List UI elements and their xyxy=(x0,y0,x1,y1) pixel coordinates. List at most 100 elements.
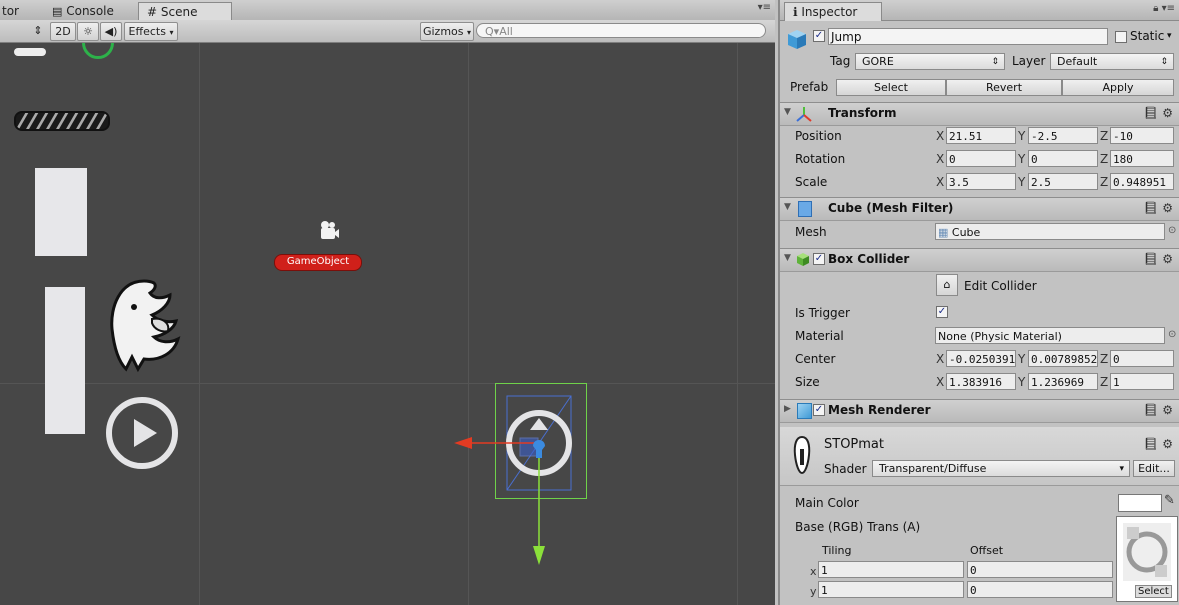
search-icon: Q▾ xyxy=(485,25,500,38)
position-x-field[interactable]: 21.51 xyxy=(946,127,1016,144)
scale-z-field[interactable]: 0.948951 xyxy=(1110,173,1174,190)
ui-pill-sprite[interactable] xyxy=(14,48,46,56)
active-checkbox[interactable]: ✓ xyxy=(813,30,825,42)
center-label: Center xyxy=(795,352,836,366)
grid-line xyxy=(199,43,200,605)
mesh-filter-header[interactable]: ▼ Cube (Mesh Filter) 📘︎ ⚙ xyxy=(780,197,1179,221)
static-checkbox[interactable] xyxy=(1115,31,1127,43)
prefab-select-button[interactable]: Select xyxy=(836,79,946,96)
move-gizmo[interactable] xyxy=(450,388,600,568)
scale-y-field[interactable]: 2.5 xyxy=(1028,173,1098,190)
layer-dropdown[interactable]: Default ⇕ xyxy=(1050,53,1174,70)
effects-dropdown[interactable]: Effects ▾ xyxy=(124,22,178,41)
box-collider-enabled-checkbox[interactable]: ✓ xyxy=(813,253,825,265)
scene-grid-icon: # xyxy=(147,5,158,19)
layer-label: Layer xyxy=(1012,54,1046,68)
size-y-field[interactable]: 1.236969 xyxy=(1028,373,1098,390)
tab-scene-label: Scene xyxy=(160,5,198,19)
material-preview-icon[interactable] xyxy=(790,435,814,475)
size-x-field[interactable]: 1.383916 xyxy=(946,373,1016,390)
monster-sprite[interactable] xyxy=(104,277,184,373)
scene-search-input[interactable]: Q▾All xyxy=(476,23,766,38)
tab-scene[interactable]: # Scene xyxy=(138,2,232,21)
main-color-swatch[interactable] xyxy=(1118,494,1162,512)
transform-header[interactable]: ▼ Transform 📘︎ ⚙ xyxy=(780,102,1179,126)
mesh-renderer-enabled-checkbox[interactable]: ✓ xyxy=(813,404,825,416)
chevron-down-icon: ▾ xyxy=(1119,464,1124,474)
inspector-tab-bar: ℹ Inspector 🔒︎ ▾≡ xyxy=(780,0,1179,21)
panel-menu-icon[interactable]: ▾≡ xyxy=(758,2,771,13)
center-x-field[interactable]: -0.0250391 xyxy=(946,350,1016,367)
scene-audio-icon[interactable]: ◀) xyxy=(100,22,122,41)
axis-z-label: Z xyxy=(1100,175,1109,189)
eyedropper-icon[interactable]: ✎ xyxy=(1164,493,1175,508)
object-picker-icon[interactable]: ⊙ xyxy=(1168,225,1176,236)
foldout-arrow-icon[interactable]: ▼ xyxy=(784,202,791,212)
tab-inspector[interactable]: ℹ Inspector xyxy=(784,2,882,21)
help-settings-icon[interactable]: 📘︎ ⚙ xyxy=(1143,437,1173,451)
texture-slot[interactable]: Select xyxy=(1116,516,1178,602)
mesh-object-field[interactable]: ▦ Cube xyxy=(935,223,1165,240)
position-y-field[interactable]: -2.5 xyxy=(1028,127,1098,144)
rotation-x-field[interactable]: 0 xyxy=(946,150,1016,167)
scene-view[interactable]: GameObject xyxy=(0,43,775,605)
box-collider-header[interactable]: ▼ ✓ Box Collider 📘︎ ⚙ xyxy=(780,248,1179,272)
axis-y-label: Y xyxy=(1018,175,1026,189)
base-texture-label: Base (RGB) Trans (A) xyxy=(795,520,921,534)
foldout-arrow-icon[interactable]: ▼ xyxy=(784,253,791,263)
prefab-revert-button[interactable]: Revert xyxy=(946,79,1062,96)
help-settings-icon[interactable]: 📘︎ ⚙ xyxy=(1143,403,1173,417)
tag-dropdown[interactable]: GORE ⇕ xyxy=(855,53,1005,70)
green-ring-sprite[interactable] xyxy=(82,43,114,59)
mesh-renderer-header[interactable]: ▶ ✓ Mesh Renderer 📘︎ ⚙ xyxy=(780,399,1179,423)
transform-title: Transform xyxy=(828,106,897,120)
mesh-label: Mesh xyxy=(795,225,827,239)
texture-select-button[interactable]: Select xyxy=(1135,585,1172,598)
tag-value: GORE xyxy=(862,55,894,68)
rotation-y-field[interactable]: 0 xyxy=(1028,150,1098,167)
hatched-bar-sprite[interactable] xyxy=(12,110,112,132)
physic-material-field[interactable]: None (Physic Material) xyxy=(935,327,1165,344)
edit-collider-button[interactable]: ⌂ xyxy=(936,274,958,296)
tab-partial[interactable]: tor xyxy=(0,2,27,20)
object-name-input[interactable]: Jump xyxy=(828,28,1108,45)
mesh-filter-title: Cube (Mesh Filter) xyxy=(828,201,954,215)
offset-y-field[interactable]: 0 xyxy=(967,581,1113,598)
panel-sprite[interactable] xyxy=(45,287,85,434)
scale-x-field[interactable]: 3.5 xyxy=(946,173,1016,190)
help-settings-icon[interactable]: 📘︎ ⚙ xyxy=(1143,252,1173,266)
chevron-down-icon: ▾ xyxy=(467,28,472,37)
foldout-arrow-icon[interactable]: ▶ xyxy=(784,404,791,414)
gameobject-label-badge[interactable]: GameObject xyxy=(274,254,362,271)
axis-y-label: Y xyxy=(1018,375,1026,389)
object-picker-icon[interactable]: ⊙ xyxy=(1168,329,1176,340)
is-trigger-checkbox[interactable]: ✓ xyxy=(936,306,948,318)
camera-gizmo-icon[interactable] xyxy=(316,220,340,242)
position-label: Position xyxy=(795,129,842,143)
center-z-field[interactable]: 0 xyxy=(1110,350,1174,367)
tiling-x-field[interactable]: 1 xyxy=(818,561,964,578)
chevron-down-icon[interactable]: ▾ xyxy=(1167,31,1172,41)
scene-lighting-icon[interactable]: ☼ xyxy=(77,22,99,41)
offset-x-field[interactable]: 0 xyxy=(967,561,1113,578)
prefab-apply-button[interactable]: Apply xyxy=(1062,79,1174,96)
shader-dropdown[interactable]: Transparent/Diffuse ▾ xyxy=(872,460,1130,477)
search-placeholder: All xyxy=(499,25,513,38)
shading-mode-dropdown[interactable]: ⇕ xyxy=(32,22,44,39)
gizmos-dropdown[interactable]: Gizmos ▾ xyxy=(420,22,474,41)
lock-icon[interactable]: 🔒︎ ▾≡ xyxy=(1153,3,1175,14)
rotation-z-field[interactable]: 180 xyxy=(1110,150,1174,167)
size-z-field[interactable]: 1 xyxy=(1110,373,1174,390)
shader-edit-button[interactable]: Edit... xyxy=(1133,460,1175,477)
help-settings-icon[interactable]: 📘︎ ⚙ xyxy=(1143,201,1173,215)
play-button-sprite[interactable] xyxy=(104,395,180,471)
position-z-field[interactable]: -10 xyxy=(1110,127,1174,144)
center-y-field[interactable]: 0.00789852 xyxy=(1028,350,1098,367)
foldout-arrow-icon[interactable]: ▼ xyxy=(784,107,791,117)
help-settings-icon[interactable]: 📘︎ ⚙ xyxy=(1143,106,1173,120)
2d-toggle-button[interactable]: 2D xyxy=(50,22,76,41)
panel-sprite[interactable] xyxy=(35,168,87,256)
tiling-y-field[interactable]: 1 xyxy=(818,581,964,598)
tab-console[interactable]: ▤ Console xyxy=(44,2,122,20)
axis-x-label: X xyxy=(936,175,945,189)
